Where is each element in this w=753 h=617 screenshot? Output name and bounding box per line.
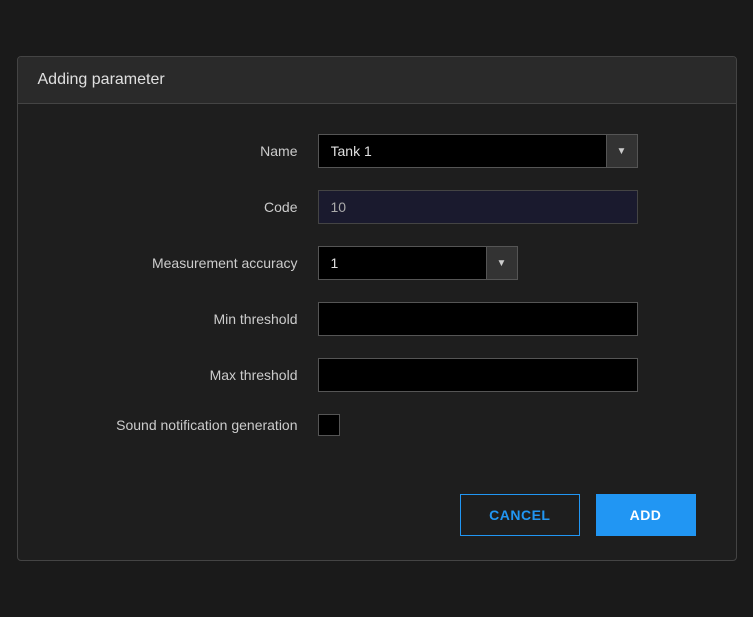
measurement-accuracy-select[interactable]: 1 2 3: [318, 246, 518, 280]
max-threshold-field-wrapper: [318, 358, 696, 392]
code-field-wrapper: [318, 190, 696, 224]
name-select[interactable]: Tank 1 Tank 2 Tank 3: [318, 134, 638, 168]
dialog-title-bar: Adding parameter: [18, 57, 736, 104]
code-label: Code: [58, 199, 318, 215]
name-dropdown-wrapper: Tank 1 Tank 2 Tank 3 ▼: [318, 134, 638, 168]
adding-parameter-dialog: Adding parameter Name Tank 1 Tank 2 Tank…: [17, 56, 737, 561]
min-threshold-field-wrapper: [318, 302, 696, 336]
measurement-accuracy-dropdown-wrapper: 1 2 3 ▼: [318, 246, 518, 280]
name-label: Name: [58, 143, 318, 159]
min-threshold-row: Min threshold: [58, 302, 696, 336]
dialog-body: Name Tank 1 Tank 2 Tank 3 ▼ Code: [18, 104, 736, 478]
code-input[interactable]: [318, 190, 638, 224]
sound-notification-checkbox-wrapper: [318, 414, 696, 436]
sound-notification-row: Sound notification generation: [58, 414, 696, 436]
sound-notification-label: Sound notification generation: [58, 417, 318, 433]
code-row: Code: [58, 190, 696, 224]
name-row: Name Tank 1 Tank 2 Tank 3 ▼: [58, 134, 696, 168]
add-button[interactable]: ADD: [596, 494, 696, 536]
min-threshold-label: Min threshold: [58, 311, 318, 327]
measurement-accuracy-row: Measurement accuracy 1 2 3 ▼: [58, 246, 696, 280]
name-field-wrapper: Tank 1 Tank 2 Tank 3 ▼: [318, 134, 696, 168]
max-threshold-input[interactable]: [318, 358, 638, 392]
measurement-accuracy-label: Measurement accuracy: [58, 255, 318, 271]
dialog-title: Adding parameter: [38, 71, 165, 88]
dialog-footer: CANCEL ADD: [18, 478, 736, 560]
max-threshold-label: Max threshold: [58, 367, 318, 383]
cancel-button[interactable]: CANCEL: [460, 494, 579, 536]
max-threshold-row: Max threshold: [58, 358, 696, 392]
min-threshold-input[interactable]: [318, 302, 638, 336]
measurement-accuracy-field-wrapper: 1 2 3 ▼: [318, 246, 696, 280]
sound-notification-checkbox[interactable]: [318, 414, 340, 436]
sound-notification-field-wrapper: [318, 414, 696, 436]
